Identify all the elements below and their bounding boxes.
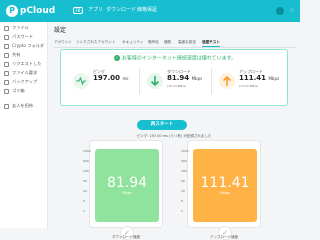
ping-unit: ms [122, 76, 129, 81]
ping-metric: ピング 197.00 ms [71, 67, 139, 97]
nav-pricing[interactable]: 価格保証 [137, 7, 157, 14]
sidebar-item-label: バックアップ [12, 79, 38, 84]
top-bar: P pCloud FB アプリ ダウンロード 価格保証 ♢ [0, 0, 300, 22]
sidebar-item-requested[interactable]: リクエストした [4, 60, 48, 68]
arrow-down-icon [147, 73, 163, 89]
ping-number: 197.00 [93, 74, 121, 82]
upload-number: 111.41 [239, 74, 267, 82]
download-number: 81.94 [167, 74, 190, 82]
nav-download[interactable]: ダウンロード [106, 7, 136, 14]
scale-tick: 1000 [83, 149, 91, 153]
main-content: 設定 アカウント リンクされたアカウント セキュリティ 暗号化 通知 高度な設定… [48, 22, 300, 240]
download-panel-label: ダウンロード速度 [112, 235, 140, 239]
scale-tick: 500 [181, 159, 187, 163]
download-panel: 81.94 Mbps 1000 500 100 50 10 5 1 ✓ [83, 140, 163, 240]
download-big-value: 81.94 [106, 175, 148, 191]
tab-account[interactable]: アカウント [54, 38, 72, 46]
scale-tick: 100 [83, 169, 89, 173]
account-avatar[interactable] [276, 7, 284, 15]
nav-apps[interactable]: アプリ [88, 7, 103, 14]
tab-security[interactable]: セキュリティ [122, 38, 143, 46]
tab-linked-accounts[interactable]: リンクされたアカウント [76, 38, 116, 46]
sidebar-item-label: ゴミ箱 [12, 88, 25, 93]
scale-tick: 100 [181, 169, 187, 173]
tab-encryption[interactable]: 暗号化 [148, 38, 159, 46]
sidebar-item-crypto[interactable]: Crypto フォルダ [4, 42, 48, 50]
check-circle-icon: ✓ [113, 55, 120, 61]
sidebar-item-backup[interactable]: バックアップ [4, 78, 48, 86]
result-card: ✓ お客様のインターネット接続速度は優れています。 ピング 197.00 ms ダ… [60, 49, 288, 106]
business-badge[interactable]: FB [73, 7, 83, 14]
scale-tick: 10 [83, 189, 87, 193]
sidebar-item-label: ファイル [12, 25, 29, 30]
scale-tick: 1 [181, 209, 183, 213]
share-icon [4, 52, 9, 58]
tab-speed-test[interactable]: 速度テスト [202, 38, 220, 47]
folder-icon [4, 25, 9, 31]
upload-big-value: 111.41 [200, 175, 250, 191]
ping-value: 197.00 ms [93, 74, 128, 83]
download-big-unit: Mbps [122, 191, 132, 195]
upload-mbs: (13.93 MB/s) [239, 84, 259, 88]
scale-tick: 5 [181, 199, 183, 203]
sidebar-item-label: Crypto フォルダ [12, 43, 45, 48]
sidebar-item-files[interactable]: ファイル [4, 24, 48, 32]
sidebar-item-label: 共有 [12, 52, 21, 57]
trash-icon [4, 88, 9, 94]
tab-advanced[interactable]: 高度な設定 [178, 38, 196, 46]
scale-tick: 1 [83, 209, 85, 213]
download-mbs: (10.24 MB/s) [167, 84, 187, 88]
upload-big-unit: Mbps [220, 191, 230, 195]
scale-tick: 5 [83, 199, 85, 203]
sidebar-item-label: 友人を招待 [12, 103, 33, 108]
backup-icon [4, 79, 9, 85]
restart-button[interactable]: 再スタート [137, 120, 187, 130]
scale-tick: 10 [181, 189, 185, 193]
bell-icon[interactable]: ♢ [289, 7, 296, 15]
pcloud-logo[interactable]: P pCloud [6, 5, 55, 17]
gift-icon [4, 103, 9, 109]
scale-tick: 1000 [181, 149, 189, 153]
sidebar-item-passwords[interactable]: パスワード [4, 33, 48, 41]
divider [139, 68, 140, 94]
key-icon [4, 34, 9, 40]
logo-mark: P [6, 5, 18, 17]
sidebar-item-label: リクエストした [12, 61, 42, 66]
upload-gauge: 111.41 Mbps [193, 149, 257, 222]
ping-note: ピング: 197.00 ms (ミリ秒) が記録されました [136, 134, 212, 138]
upload-value: 111.41 Mbps [239, 74, 279, 83]
upload-icon [4, 70, 9, 76]
sidebar-item-invite[interactable]: 友人を招待 [4, 102, 48, 110]
upload-unit: Mbps [268, 76, 280, 81]
scale-tick: 50 [181, 179, 185, 183]
sidebar-item-file-requests[interactable]: ファイル要求 [4, 69, 48, 77]
arrow-up-icon [219, 73, 235, 89]
sidebar-item-label: ファイル要求 [12, 70, 38, 75]
upload-panel: 111.41 Mbps 1000 500 100 50 10 5 1 ✓ [181, 140, 261, 240]
scale-tick: 500 [83, 159, 89, 163]
scale-tick: 50 [83, 179, 87, 183]
download-unit: Mbps [191, 76, 203, 81]
request-icon [4, 61, 9, 67]
sidebar: ファイル パスワード Crypto フォルダ 共有 リクエストした ファイル要求… [0, 22, 48, 228]
status-text: お客様のインターネット接続速度は優れています。 [121, 55, 237, 62]
page-title: 設定 [54, 27, 67, 34]
status-message: ✓ お客様のインターネット接続速度は優れています。 [61, 55, 289, 63]
upload-panel-label: アップロード速度 [210, 235, 238, 239]
lock-icon [4, 43, 9, 49]
logo-text: pCloud [20, 6, 56, 16]
settings-tabs: アカウント リンクされたアカウント セキュリティ 暗号化 通知 高度な設定 速度… [54, 38, 296, 47]
sidebar-item-label: パスワード [12, 34, 33, 39]
sidebar-item-shared[interactable]: 共有 [4, 51, 48, 59]
ping-icon [73, 73, 89, 89]
upload-metric: アップロード 111.41 Mbps (13.93 MB/s) [217, 67, 285, 97]
download-gauge: 81.94 Mbps [95, 149, 159, 222]
tabs-divider [54, 47, 296, 48]
divider [211, 68, 212, 94]
download-value: 81.94 Mbps [167, 74, 202, 83]
sidebar-item-trash[interactable]: ゴミ箱 [4, 87, 48, 95]
tab-notifications[interactable]: 通知 [164, 38, 171, 46]
download-metric: ダウンロード 81.94 Mbps (10.24 MB/s) [145, 67, 213, 97]
